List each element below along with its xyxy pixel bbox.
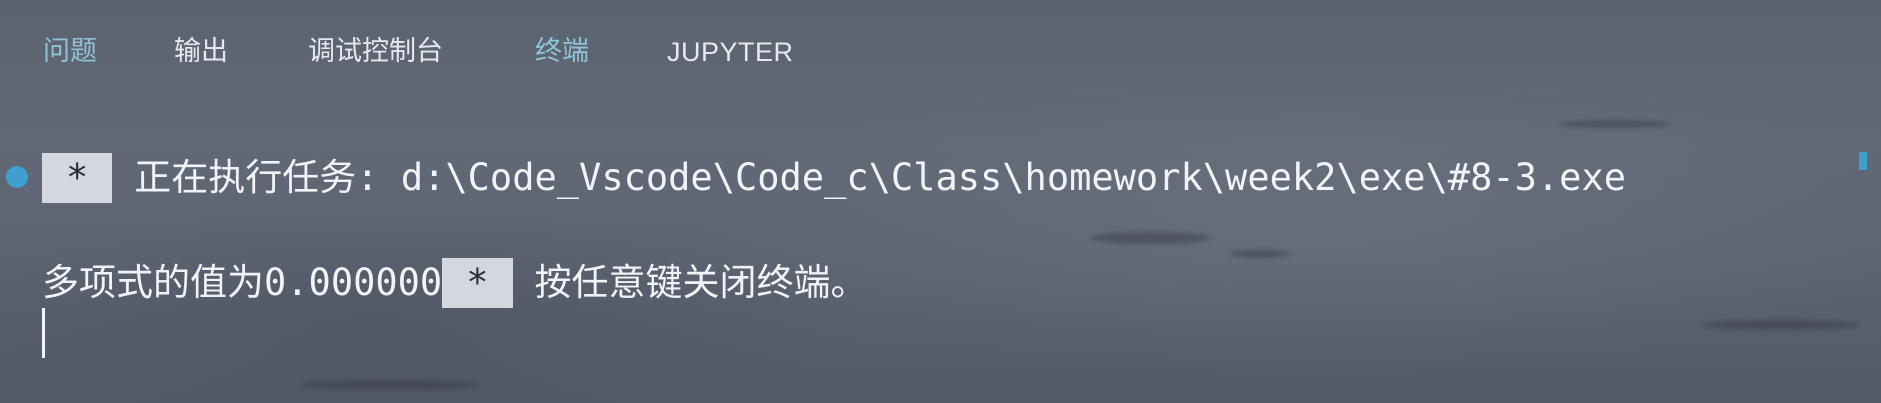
- program-output-text: 多项式的值为0.000000: [42, 261, 443, 304]
- output-line: 多项式的值为0.000000 * 按任意键关闭终端。: [42, 258, 868, 308]
- task-text: 正在执行任务: d:\Code_Vscode\Code_c\Class\home…: [134, 156, 1627, 199]
- scrollbar-marker[interactable]: [1859, 152, 1867, 170]
- panel-tab-bar: 问题 输出 调试控制台 终端 JUPYTER: [0, 0, 1881, 105]
- task-star-badge: *: [42, 153, 113, 203]
- tab-terminal[interactable]: 终端: [535, 34, 589, 70]
- close-star-badge: *: [442, 258, 513, 308]
- close-terminal-text: 按任意键关闭终端。: [534, 261, 868, 304]
- terminal-cursor: [42, 308, 45, 358]
- tab-jupyter[interactable]: JUPYTER: [667, 34, 794, 70]
- background-ripple: [1560, 120, 1670, 128]
- terminal-output[interactable]: * 正在执行任务: d:\Code_Vscode\Code_c\Class\hom…: [0, 140, 1881, 403]
- tab-problems[interactable]: 问题: [43, 34, 97, 70]
- tab-debug-console[interactable]: 调试控制台: [308, 34, 443, 70]
- task-line: * 正在执行任务: d:\Code_Vscode\Code_c\Class\hom…: [42, 153, 1626, 203]
- tab-output[interactable]: 输出: [174, 34, 228, 70]
